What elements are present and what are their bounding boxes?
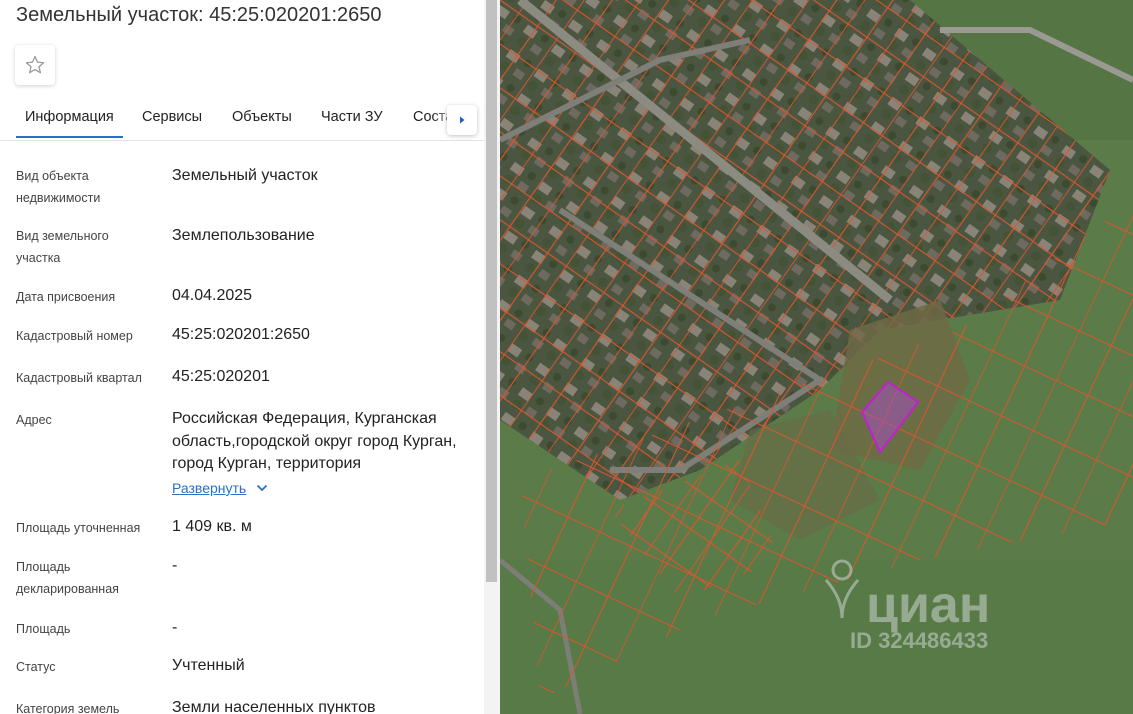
- field-label: Площадь декларированная: [16, 560, 119, 596]
- field-label: Вид земельного участка: [16, 229, 109, 265]
- field-value: Земельный участок: [172, 167, 318, 184]
- field-label: Категория земель: [16, 702, 120, 714]
- watermark-brand: циан: [866, 576, 990, 634]
- tab-services[interactable]: Сервисы: [142, 109, 202, 125]
- tab-objects[interactable]: Объекты: [232, 109, 292, 125]
- field-label: Кадастровый квартал: [16, 371, 142, 385]
- field-label: Площадь уточненная: [16, 521, 141, 535]
- map-canvas[interactable]: циан ID 324486433: [500, 0, 1133, 714]
- field-value: -: [172, 557, 178, 574]
- field-value: -: [172, 619, 178, 636]
- field-value: 45:25:020201: [172, 368, 270, 385]
- field-label: Адрес: [16, 413, 52, 427]
- panel-scrollbar[interactable]: [484, 0, 500, 714]
- field-value: Российская Федерация, Курганская область…: [172, 410, 457, 472]
- satellite-map[interactable]: циан ID 324486433: [500, 0, 1133, 714]
- favorite-button[interactable]: [15, 45, 55, 85]
- tab-bar: Информация Сервисы Объекты Части ЗУ Сост…: [0, 100, 484, 141]
- address-expand-link[interactable]: Развернуть: [172, 480, 268, 496]
- tab-information[interactable]: Информация: [16, 109, 123, 138]
- field-label: Дата присвоения: [16, 290, 116, 304]
- star-icon: [25, 55, 45, 74]
- field-value: 04.04.2025: [172, 287, 253, 304]
- field-label: Кадастровый номер: [16, 329, 133, 343]
- scrollbar-thumb[interactable]: [486, 0, 497, 582]
- field-value: Земли населенных пунктов: [172, 699, 376, 714]
- field-value: 45:25:020201:2650: [172, 326, 310, 343]
- watermark-id: ID 324486433: [850, 628, 988, 653]
- field-label: Вид объекта недвижимости: [16, 169, 101, 205]
- tab-parcel-parts[interactable]: Части ЗУ: [321, 109, 383, 125]
- page-title: Земельный участок: 45:25:020201:2650: [16, 4, 382, 26]
- field-label: Площадь: [16, 622, 71, 636]
- info-panel: Земельный участок: 45:25:020201:2650 Инф…: [0, 0, 484, 714]
- field-value: Землепользование: [172, 227, 315, 244]
- field-value: 1 409 кв. м: [172, 518, 252, 535]
- chevron-down-icon: [257, 484, 268, 492]
- field-value: Учтенный: [172, 657, 245, 674]
- field-label: Статус: [16, 660, 56, 674]
- chevron-right-icon: [460, 116, 465, 124]
- tabs-scroll-right-button[interactable]: [447, 105, 477, 135]
- expand-label: Развернуть: [172, 480, 247, 496]
